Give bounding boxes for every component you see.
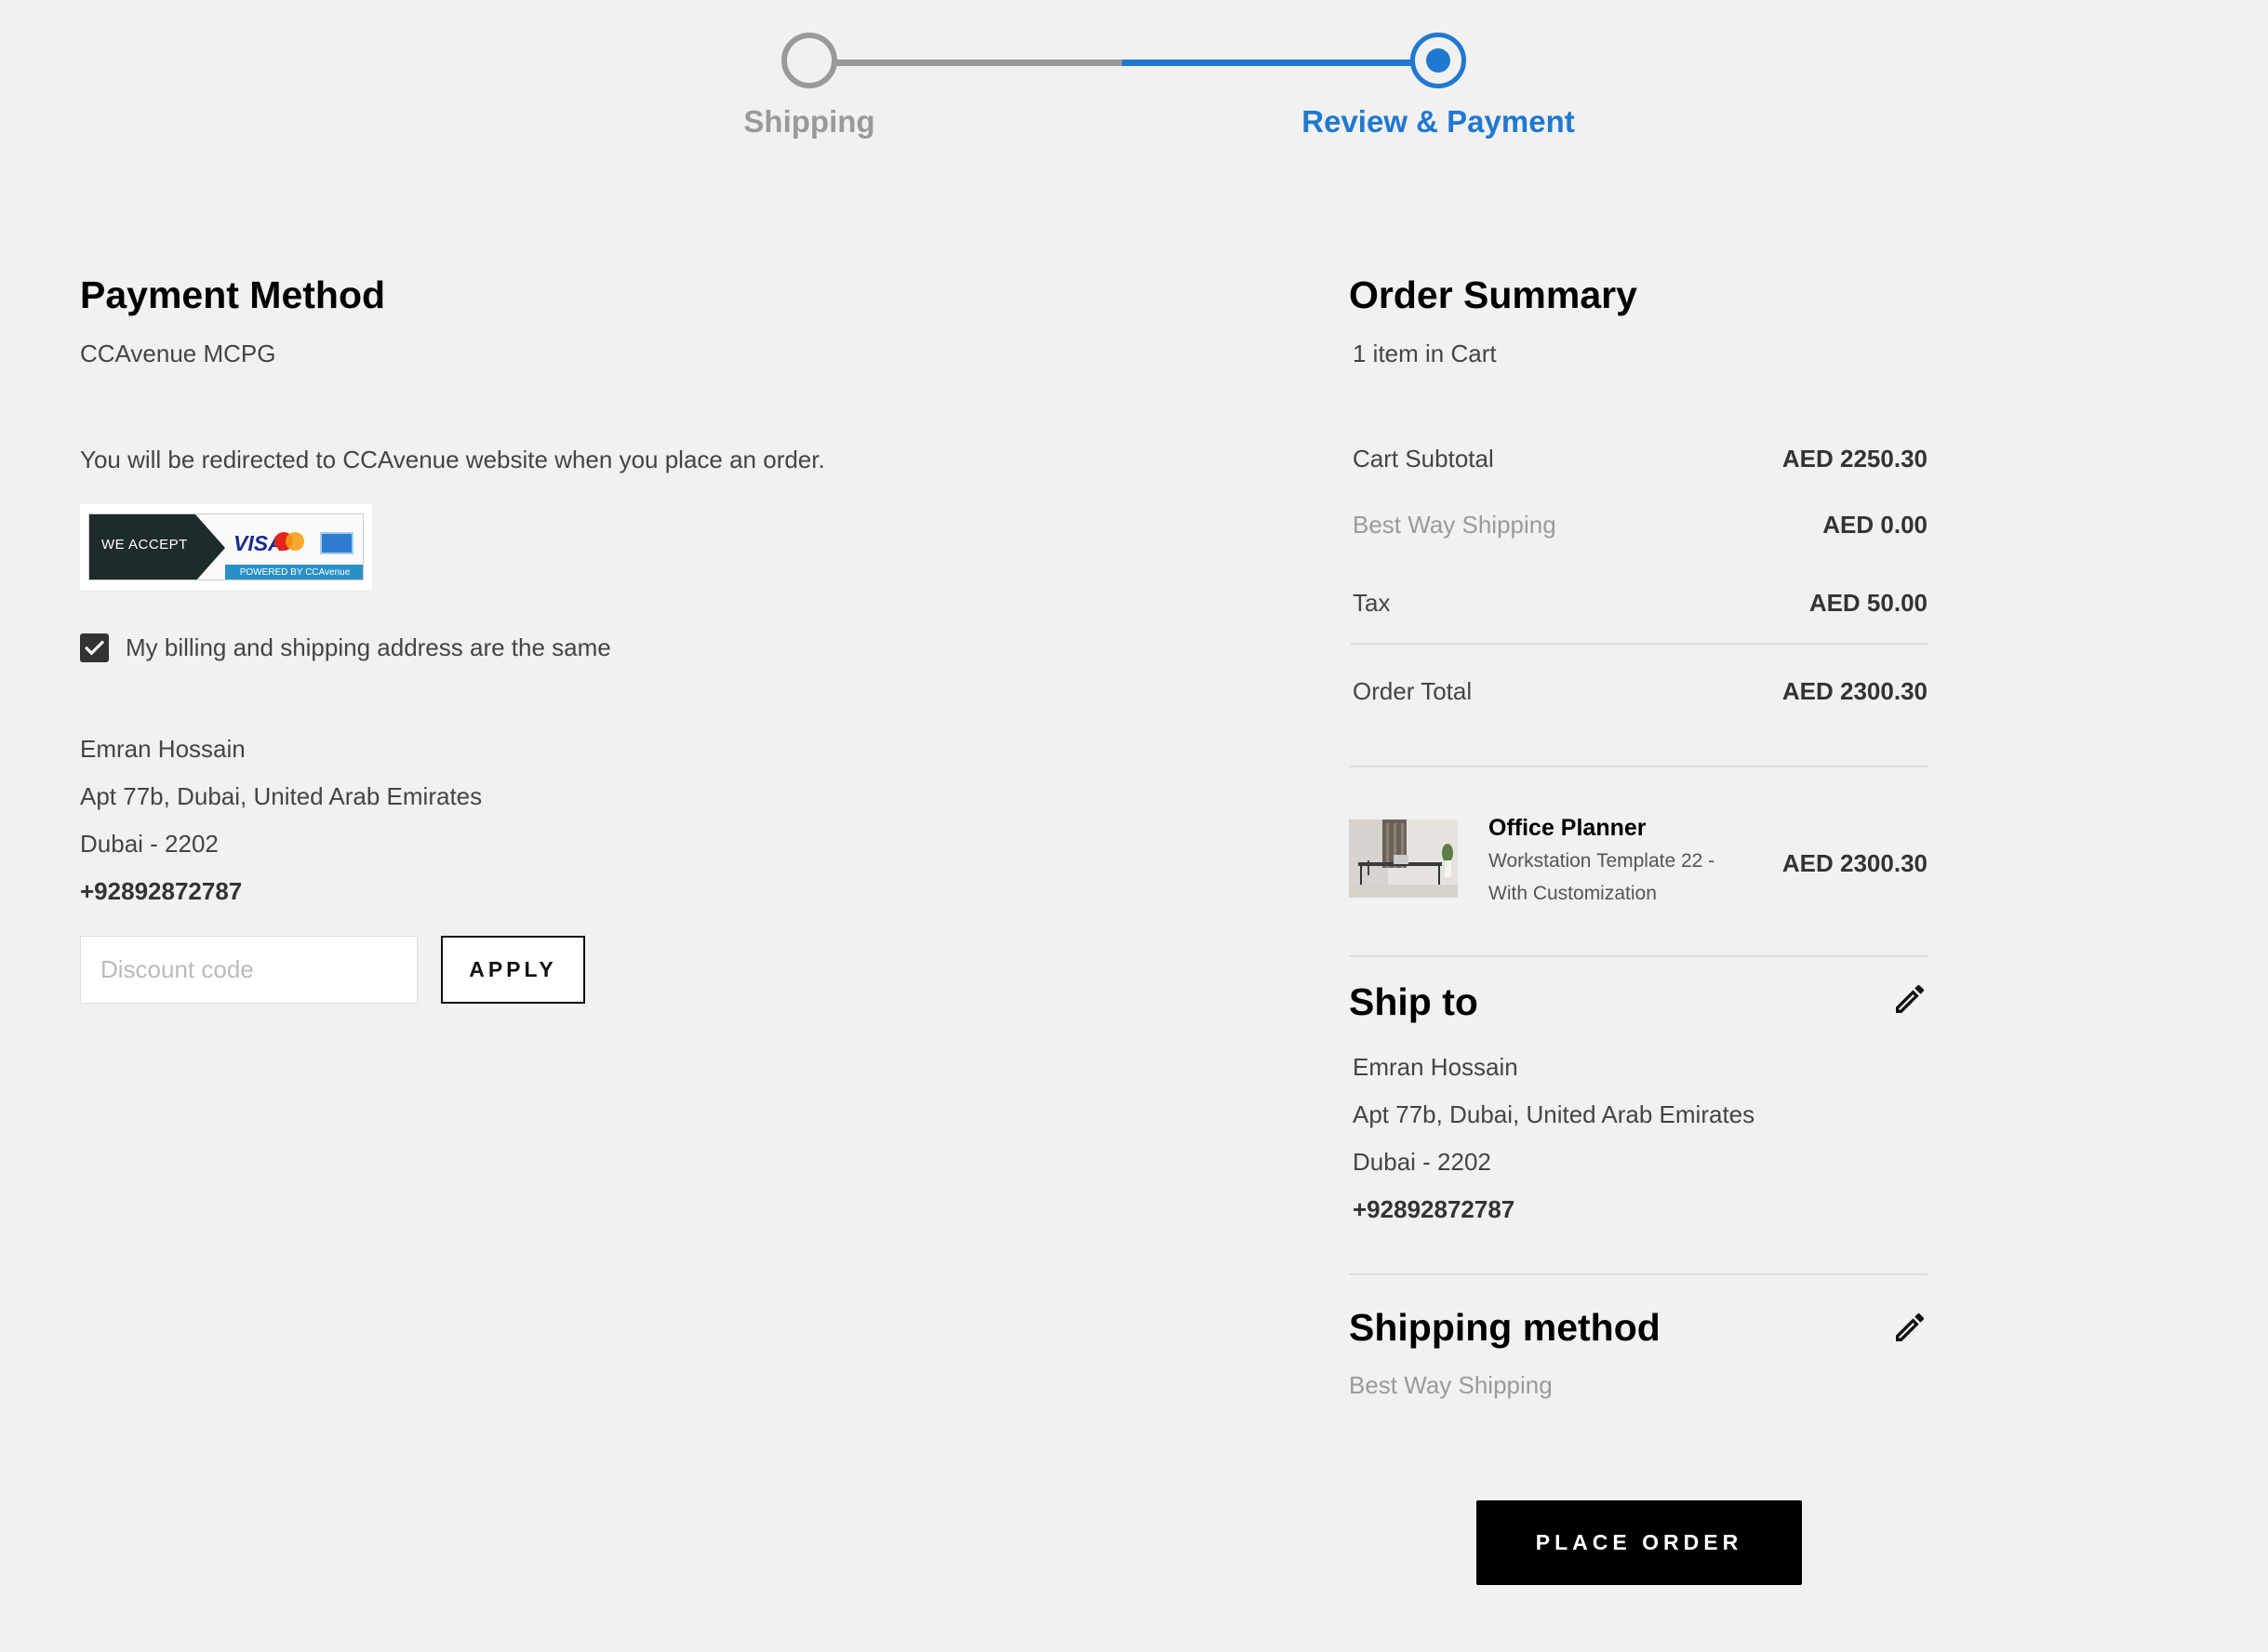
step-shipping-label[interactable]: Shipping (707, 104, 912, 140)
redirect-note: You will be redirected to CCAvenue websi… (80, 446, 825, 473)
order-total-value: AED 2300.30 (1781, 677, 1928, 705)
step-shipping-circle[interactable] (781, 33, 837, 88)
place-order-button[interactable]: PLACE ORDER (1476, 1500, 1802, 1585)
ship-to-name: Emran Hossain (1353, 1053, 1518, 1081)
powered-by-ccavenue: POWERED BY CCAvenue (225, 565, 363, 580)
shipping-method-value: Best Way Shipping (1349, 1371, 1553, 1399)
shipping-method-title: Shipping method (1349, 1306, 1661, 1349)
tax-value: AED 50.00 (1808, 589, 1928, 617)
divider (1349, 766, 1928, 767)
divider (1349, 955, 1928, 957)
product-name[interactable]: Office Planner (1488, 815, 1647, 842)
payment-method-name: CCAvenue MCPG (80, 340, 276, 367)
discount-code-input[interactable] (80, 936, 418, 1004)
ship-to-city-zip: Dubai - 2202 (1353, 1148, 1491, 1176)
progress-line-active (1122, 60, 1416, 66)
product-desc-line2: With Customization (1488, 883, 1657, 904)
ship-to-phone: +92892872787 (1353, 1195, 1515, 1223)
cart-subtotal-label: Cart Subtotal (1353, 445, 1494, 473)
apply-discount-button[interactable]: APPLY (441, 936, 585, 1004)
ship-to-title: Ship to (1349, 980, 1478, 1023)
amex-logo (320, 532, 354, 554)
product-desc-line1: Workstation Template 22 - (1488, 850, 1715, 872)
items-in-cart: 1 item in Cart (1353, 340, 1497, 367)
billing-street: Apt 77b, Dubai, United Arab Emirates (80, 782, 483, 810)
product-price: AED 2300.30 (1781, 849, 1928, 877)
order-summary-title: Order Summary (1349, 273, 1637, 316)
payment-method-title: Payment Method (80, 273, 386, 316)
same-address-label[interactable]: My billing and shipping address are the … (126, 633, 611, 662)
divider (1349, 1273, 1928, 1275)
billing-city-zip: Dubai - 2202 (80, 830, 219, 858)
product-thumbnail[interactable] (1349, 819, 1458, 898)
same-address-checkbox[interactable] (80, 633, 109, 662)
progress-line-completed (835, 60, 1122, 66)
cart-subtotal-value: AED 2250.30 (1781, 445, 1928, 473)
shipping-row-label: Best Way Shipping (1353, 511, 1556, 539)
edit-ship-to-icon[interactable] (1891, 980, 1928, 1018)
step-review-payment-label: Review & Payment (1301, 104, 1575, 139)
billing-phone: +92892872787 (80, 877, 243, 905)
payment-cards-badge: WE ACCEPT VISA POWERED BY CCAvenue (80, 504, 372, 590)
step-review-payment-circle (1410, 33, 1466, 88)
order-total-label: Order Total (1353, 677, 1473, 705)
ship-to-street: Apt 77b, Dubai, United Arab Emirates (1353, 1100, 1755, 1128)
check-icon (84, 640, 105, 656)
we-accept-text: WE ACCEPT (101, 537, 188, 553)
billing-name: Emran Hossain (80, 735, 246, 763)
shipping-row-value: AED 0.00 (1822, 511, 1928, 539)
tax-label: Tax (1353, 589, 1391, 617)
divider (1351, 643, 1928, 645)
edit-shipping-method-icon[interactable] (1891, 1309, 1928, 1346)
